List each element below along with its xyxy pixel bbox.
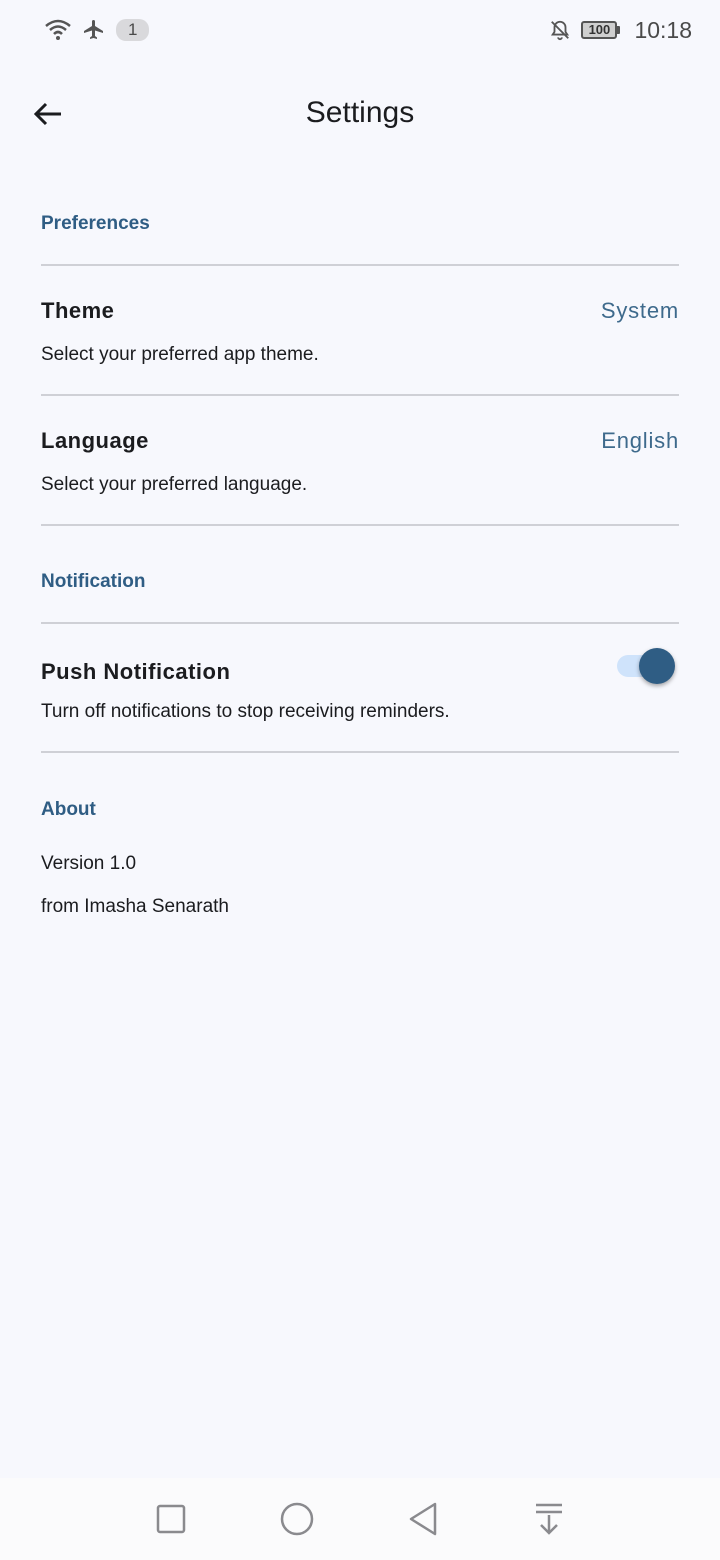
home-circle-icon[interactable]	[279, 1501, 315, 1537]
divider	[41, 524, 679, 526]
status-time: 10:18	[634, 16, 692, 43]
setting-language[interactable]: Language English Select your preferred l…	[41, 428, 679, 508]
airplane-icon	[82, 18, 106, 42]
battery-tip	[617, 26, 621, 34]
status-left: 1	[44, 18, 150, 42]
setting-theme-title: Theme	[41, 298, 115, 323]
setting-theme-value: System	[600, 298, 679, 323]
app-version: Version 1.0	[41, 853, 137, 874]
divider	[41, 622, 679, 624]
setting-push-description: Turn off notifications to stop receiving…	[41, 701, 450, 722]
divider	[41, 394, 679, 396]
recents-square-icon[interactable]	[153, 1501, 189, 1537]
status-bar: 1 100 10:18	[0, 0, 720, 60]
setting-language-title: Language	[41, 428, 149, 453]
settings-screen: 1 100 10:18 Settings Preferences Theme S…	[0, 0, 720, 1560]
setting-theme-description: Select your preferred app theme.	[41, 344, 319, 365]
wifi-icon	[44, 18, 72, 42]
section-header-preferences: Preferences	[41, 213, 150, 234]
bell-off-icon	[549, 19, 571, 41]
setting-language-value: English	[601, 428, 679, 453]
divider	[41, 751, 679, 753]
setting-push-title: Push Notification	[41, 659, 231, 684]
status-right: 100 10:18	[549, 17, 692, 44]
notification-pull-icon[interactable]	[531, 1501, 567, 1537]
battery-level: 100	[581, 21, 618, 39]
system-nav-bar	[0, 1478, 720, 1560]
toggle-thumb	[639, 648, 675, 684]
setting-push-notification[interactable]: Push Notification Turn off notifications…	[41, 648, 679, 739]
section-header-notification: Notification	[41, 571, 146, 592]
divider	[41, 264, 679, 266]
push-notification-toggle[interactable]	[617, 647, 675, 685]
app-bar: Settings	[0, 80, 720, 150]
notification-count-badge: 1	[116, 19, 150, 41]
page-title: Settings	[305, 96, 415, 129]
back-triangle-icon[interactable]	[405, 1501, 441, 1537]
setting-language-description: Select your preferred language.	[41, 474, 308, 495]
app-author: from Imasha Senarath	[41, 896, 229, 917]
battery-icon: 100	[581, 21, 621, 39]
setting-theme[interactable]: Theme System Select your preferred app t…	[41, 298, 679, 378]
section-header-about: About	[41, 799, 96, 820]
